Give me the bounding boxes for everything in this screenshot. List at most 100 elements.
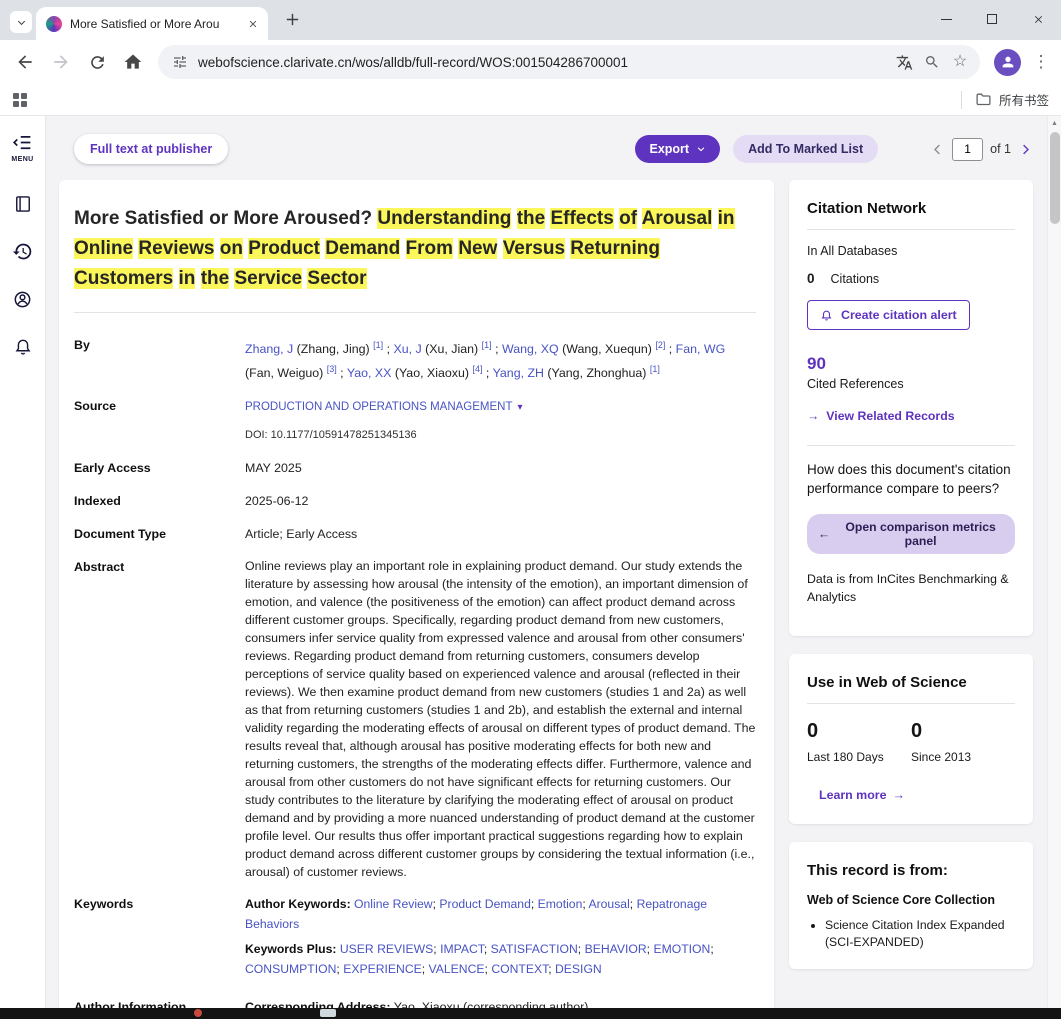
previous-record-button[interactable] — [930, 142, 945, 157]
scrollbar-thumb[interactable] — [1050, 132, 1060, 224]
page-number-input[interactable] — [952, 138, 983, 161]
index-item: Science Citation Index Expanded (SCI-EXP… — [825, 917, 1015, 951]
title-highlight-term: Arousal — [642, 208, 713, 229]
author-fullname: (Yang, Zhonghua) — [544, 366, 650, 380]
citations-row: 0 Citations — [807, 271, 1015, 286]
title-highlight-term: the — [201, 268, 230, 289]
keywords-plus-link[interactable]: SATISFACTION — [491, 942, 578, 956]
doc-type-value: Article; Early Access — [245, 524, 756, 544]
author-keyword-link[interactable]: Online Review — [354, 897, 433, 911]
scroll-up-arrow-icon[interactable]: ▲ — [1048, 116, 1061, 130]
create-citation-alert-button[interactable]: Create citation alert — [807, 300, 970, 330]
keywords-plus-link[interactable]: EXPERIENCE — [343, 962, 422, 976]
tab-search-button[interactable] — [10, 11, 32, 33]
usage-title: Use in Web of Science — [807, 674, 1015, 691]
next-record-button[interactable] — [1018, 142, 1033, 157]
keywords-plus-link[interactable]: DESIGN — [555, 962, 602, 976]
menu-toggle-button[interactable]: MENU — [11, 132, 33, 163]
author-list: Zhang, J (Zhang, Jing) [1] ; Xu, J (Xu, … — [245, 335, 756, 383]
browser-navbar: webofscience.clarivate.cn/wos/alldb/full… — [0, 40, 1061, 84]
chevron-left-icon — [930, 142, 945, 157]
translate-button[interactable] — [890, 48, 918, 76]
citations-count: 0 — [807, 271, 815, 286]
browser-menu-button[interactable]: ⋮ — [1029, 52, 1053, 72]
author-link[interactable]: Wang, XQ — [502, 342, 559, 356]
marked-list-button[interactable] — [13, 194, 33, 219]
author-keyword-link[interactable]: Emotion — [538, 897, 583, 911]
bookmark-star-icon[interactable]: ☆ — [946, 48, 974, 76]
author-separator: ; — [482, 366, 492, 380]
open-comparison-panel-button[interactable]: ← Open comparison metrics panel — [807, 514, 1015, 554]
caret-down-icon[interactable]: ▾ — [518, 402, 523, 413]
cited-references-count[interactable]: 90 — [807, 354, 1015, 374]
author-separator: ; — [383, 342, 393, 356]
export-button[interactable]: Export — [635, 135, 720, 163]
record-columns: More Satisfied or More Aroused? Understa… — [59, 180, 1034, 1008]
researcher-profile-button[interactable] — [12, 289, 33, 315]
window-maximize-button[interactable] — [969, 0, 1015, 38]
bookmarks-bar: 所有书签 — [0, 84, 1061, 116]
citation-network-card: Citation Network In All Databases 0 Cita… — [789, 180, 1033, 636]
keywords-plus-link[interactable]: IMPACT — [440, 942, 484, 956]
author-fullname: (Xu, Jian) — [422, 342, 482, 356]
author-affiliation-link[interactable]: [1] — [482, 340, 492, 350]
alerts-button[interactable] — [13, 337, 33, 362]
author-keyword-link[interactable]: Arousal — [588, 897, 629, 911]
all-bookmarks-button[interactable]: 所有书签 — [961, 90, 1049, 109]
view-related-records-link[interactable]: → View Related Records — [807, 409, 1015, 423]
author-link[interactable]: Yang, ZH — [493, 366, 544, 380]
browser-tab[interactable]: More Satisfied or More Arou — [36, 7, 268, 40]
author-link[interactable]: Fan, WG — [676, 342, 726, 356]
home-button[interactable] — [116, 45, 150, 79]
address-bar[interactable]: webofscience.clarivate.cn/wos/alldb/full… — [158, 45, 980, 79]
early-access-label: Early Access — [74, 458, 245, 478]
keywords-label: Keywords — [74, 894, 245, 984]
keywords-plus-link[interactable]: CONTEXT — [491, 962, 548, 976]
usage-last-180: 0 Last 180 Days — [807, 720, 911, 764]
keywords-plus-link[interactable]: USER REVIEWS — [340, 942, 433, 956]
window-minimize-button[interactable] — [923, 0, 969, 38]
keywords-plus-link[interactable]: BEHAVIOR — [585, 942, 647, 956]
author-affiliation-link[interactable]: [1] — [373, 340, 383, 350]
author-keyword-link[interactable]: Product Demand — [439, 897, 530, 911]
tab-close-icon[interactable] — [248, 19, 258, 29]
keywords-plus-label: Keywords Plus: — [245, 942, 336, 956]
taskbar-app-icon[interactable] — [320, 1009, 336, 1017]
history-button[interactable] — [12, 241, 33, 267]
usage-last-180-count: 0 — [807, 720, 911, 743]
back-button[interactable] — [8, 45, 42, 79]
keywords-plus-link[interactable]: VALENCE — [429, 962, 485, 976]
author-fullname: (Zhang, Jing) — [293, 342, 373, 356]
field-row-early-access: Early Access MAY 2025 — [74, 458, 756, 478]
author-affiliation-link[interactable]: [1] — [650, 364, 660, 374]
forward-button[interactable] — [44, 45, 78, 79]
source-value: PRODUCTION AND OPERATIONS MANAGEMENT▾ DO… — [245, 396, 756, 445]
url-text[interactable]: webofscience.clarivate.cn/wos/alldb/full… — [198, 55, 890, 70]
reload-button[interactable] — [80, 45, 114, 79]
author-affiliation-link[interactable]: [4] — [472, 364, 482, 374]
title-highlight-term: Online — [74, 238, 133, 259]
author-link[interactable]: Zhang, J — [245, 342, 293, 356]
new-tab-button[interactable] — [284, 11, 301, 33]
apps-grid-icon[interactable] — [12, 92, 28, 108]
profile-avatar[interactable] — [994, 49, 1021, 76]
author-affiliation-link[interactable]: [2] — [655, 340, 665, 350]
site-settings-icon[interactable] — [172, 54, 188, 70]
page-scrollbar[interactable]: ▲ — [1047, 116, 1061, 1008]
core-collection-label: Web of Science Core Collection — [807, 893, 1015, 907]
keywords-plus-link[interactable]: EMOTION — [653, 942, 710, 956]
window-close-button[interactable] — [1015, 0, 1061, 38]
title-highlight-term: Effects — [550, 208, 613, 229]
learn-more-link[interactable]: Learn more → — [819, 788, 1015, 802]
journal-icon — [13, 194, 33, 214]
author-link[interactable]: Yao, XX — [347, 366, 392, 380]
source-journal-link[interactable]: PRODUCTION AND OPERATIONS MANAGEMENT — [245, 401, 513, 413]
author-affiliation-link[interactable]: [3] — [327, 364, 337, 374]
keywords-plus-link[interactable]: CONSUMPTION — [245, 962, 336, 976]
reload-icon — [88, 53, 107, 72]
add-to-marked-list-button[interactable]: Add To Marked List — [733, 135, 878, 163]
abstract-text: Online reviews play an important role in… — [245, 557, 756, 881]
author-link[interactable]: Xu, J — [393, 342, 421, 356]
full-text-button[interactable]: Full text at publisher — [74, 134, 228, 164]
page-search-button[interactable] — [918, 48, 946, 76]
